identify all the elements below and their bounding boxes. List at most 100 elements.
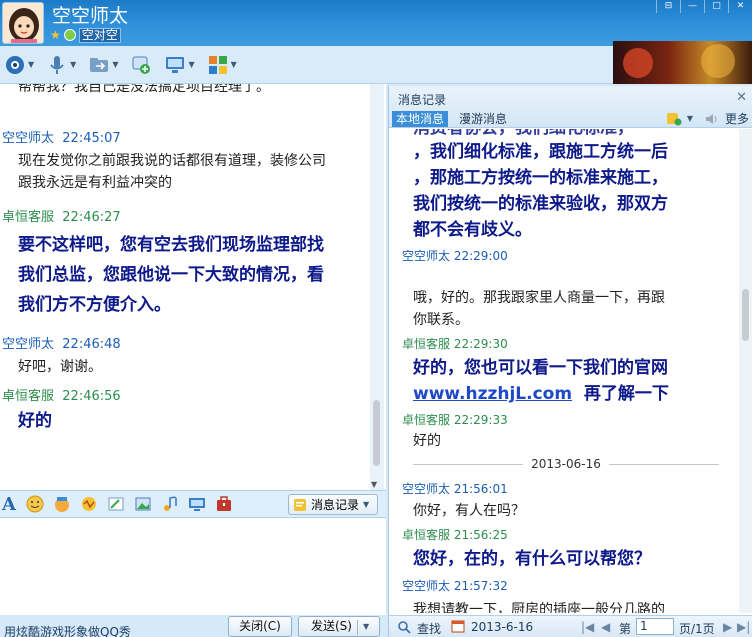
- avatar-illustration: [3, 3, 43, 43]
- history-message-text-large: 您好，在的，有什么可以帮您？: [413, 549, 651, 569]
- doodle-icon[interactable]: [107, 495, 125, 513]
- remote-assist-button[interactable]: ▼: [164, 54, 195, 76]
- message-history-button[interactable]: 消息记录 ▼: [288, 494, 378, 515]
- history-message-text-large: 好的，您也可以看一下我们的官网 www.hzzhjL.com 再了解一下: [413, 358, 669, 404]
- history-footer: 查找 2013-6-16 |◀ ◀ 第 1 页/1页 ▶ ▶|: [389, 615, 752, 637]
- contact-signature: 空对空: [78, 27, 121, 43]
- history-icon: [294, 498, 306, 511]
- voice-call-button[interactable]: ▼: [46, 54, 76, 76]
- chevron-down-icon[interactable]: ▼: [687, 114, 693, 123]
- history-message-header: 空空师太 21:56:01: [402, 482, 508, 496]
- history-scroll-thumb[interactable]: [742, 289, 749, 341]
- status-row: ★ 空对空: [50, 27, 121, 43]
- video-call-button[interactable]: ▼: [4, 54, 34, 76]
- send-button-label: 发送(S): [311, 619, 352, 633]
- format-toolbar: A 消息记录 ▼: [0, 490, 386, 518]
- image-icon[interactable]: [134, 495, 152, 513]
- close-window-button[interactable]: ✕: [728, 0, 752, 13]
- chat-message-header: 空空师太 22:46:48: [2, 333, 121, 352]
- history-message-header: 空空师太 21:57:32: [402, 579, 508, 593]
- toolbox-icon[interactable]: [215, 495, 233, 513]
- history-panel: 消息记录 ✕ 本地消息 漫游消息 ▼ 更多 消费者协会，我们细化标准， ，我们细…: [388, 86, 752, 637]
- chat-message-text: 现在发觉你之前跟我说的话都很有道理，装修公司 跟我永远是有利益冲突的: [18, 153, 326, 191]
- sender-name: 空空师太: [2, 337, 55, 352]
- history-message-text: 哦，好的。那我跟家里人商量一下，再跟 你联系。: [413, 290, 665, 328]
- next-page-icon[interactable]: ▶: [723, 620, 732, 634]
- chat-message-header: 空空师太 22:45:07: [2, 127, 121, 146]
- font-style-icon[interactable]: A: [2, 494, 18, 515]
- contact-name: 空空师太: [52, 5, 129, 27]
- send-button[interactable]: 发送(S) ▼: [298, 616, 380, 637]
- history-tools: ▼ 更多: [666, 110, 749, 127]
- history-message-text-large: ，我们细化标准，跟施工方统一后 ，那施工方按统一的标准来施工， 我们按统一的标准…: [413, 142, 668, 240]
- create-group-icon: [132, 56, 151, 74]
- close-icon[interactable]: ✕: [736, 90, 747, 105]
- promo-link[interactable]: 用炫酷游戏形象做QQ秀: [4, 623, 131, 637]
- message-time: 22:46:48: [62, 337, 121, 352]
- chat-message-text-large: 好的: [18, 411, 52, 431]
- apps-icon: [208, 55, 227, 74]
- ad-banner-art: [623, 44, 735, 78]
- video-call-icon: [6, 55, 24, 74]
- sender-name: 空空师太: [2, 131, 55, 146]
- page-prefix: 第: [619, 622, 632, 636]
- emoji-icon[interactable]: [26, 495, 44, 513]
- chat-history[interactable]: 帮帮我？我自己是没法搞定项目经理了。 空空师太 22:45:07 现在发觉你之前…: [0, 84, 386, 490]
- magic-emoji-icon[interactable]: [53, 495, 71, 513]
- chevron-down-icon: ▼: [188, 60, 195, 69]
- search-button[interactable]: 查找: [417, 620, 441, 637]
- history-button-label: 消息记录: [311, 498, 360, 512]
- chevron-down-icon: ▼: [70, 60, 77, 69]
- calendar-icon[interactable]: [451, 619, 465, 633]
- chat-scroll-thumb[interactable]: [373, 400, 380, 466]
- more-button[interactable]: 更多: [725, 110, 749, 127]
- history-message-header: 空空师太 22:29:00: [402, 249, 508, 263]
- date-picker[interactable]: 2013-6-16: [471, 620, 533, 634]
- scroll-down-icon[interactable]: ▼: [371, 480, 377, 489]
- history-message-header: 卓恒客服 21:56:25: [402, 528, 508, 542]
- chat-message-header: 卓恒客服 22:46:27: [2, 206, 121, 225]
- tab-local-messages[interactable]: 本地消息: [392, 111, 449, 127]
- remote-assist-icon: [166, 56, 185, 73]
- search-icon[interactable]: [397, 620, 411, 634]
- file-transfer-icon: [90, 57, 109, 72]
- website-link[interactable]: www.hzzhjL.com: [413, 384, 572, 404]
- shake-window-icon[interactable]: [80, 495, 98, 513]
- date-separator: 2013-06-16: [403, 457, 729, 471]
- first-page-icon[interactable]: |◀: [581, 620, 594, 634]
- close-button[interactable]: 关闭(C): [228, 616, 292, 637]
- avatar[interactable]: [2, 2, 44, 44]
- speaker-icon[interactable]: [704, 112, 720, 126]
- pin-button[interactable]: ⊟: [656, 0, 680, 13]
- chat-message-text: 好吧，谢谢。: [18, 359, 102, 375]
- chat-scrollbar[interactable]: ▼: [370, 84, 384, 490]
- minimize-button[interactable]: —: [680, 0, 704, 13]
- chevron-down-icon: ▼: [112, 60, 119, 69]
- history-message-text: 你好，有人在吗？: [413, 503, 525, 519]
- chat-message-text: 帮帮我？我自己是没法搞定项目经理了。: [18, 84, 270, 95]
- music-icon[interactable]: [161, 495, 179, 513]
- voice-call-icon: [50, 55, 64, 74]
- chevron-down-icon: ▼: [363, 500, 370, 509]
- create-group-button[interactable]: [130, 54, 152, 76]
- title-bar: 空空师太 ★ 空对空 ⊟ — □ ✕: [0, 0, 752, 46]
- history-manager-icon[interactable]: [666, 112, 682, 126]
- message-input[interactable]: [0, 518, 386, 615]
- message-time: 22:46:56: [62, 389, 121, 404]
- prev-page-icon[interactable]: ◀: [601, 620, 610, 634]
- send-options-chevron-icon[interactable]: ▼: [363, 617, 369, 636]
- page-number-input[interactable]: 1: [636, 618, 674, 635]
- history-message-text: 我想请教一下，厨房的插座一般分几路的: [413, 602, 665, 613]
- history-messages[interactable]: 消费者协会，我们细化标准， ，我们细化标准，跟施工方统一后 ，那施工方按统一的标…: [389, 129, 739, 613]
- last-page-icon[interactable]: ▶|: [737, 620, 750, 634]
- chat-message-header: 卓恒客服 22:46:56: [2, 385, 121, 404]
- maximize-button[interactable]: □: [704, 0, 728, 13]
- history-scrollbar[interactable]: [739, 129, 752, 613]
- vip-star-icon: ★: [50, 28, 61, 42]
- file-transfer-button[interactable]: ▼: [88, 54, 118, 76]
- tab-roaming-messages[interactable]: 漫游消息: [459, 111, 507, 127]
- screenshot-icon[interactable]: [188, 495, 206, 513]
- ad-banner[interactable]: [613, 41, 752, 84]
- apps-button[interactable]: ▼: [207, 54, 237, 76]
- sender-name: 卓恒客服: [2, 389, 55, 404]
